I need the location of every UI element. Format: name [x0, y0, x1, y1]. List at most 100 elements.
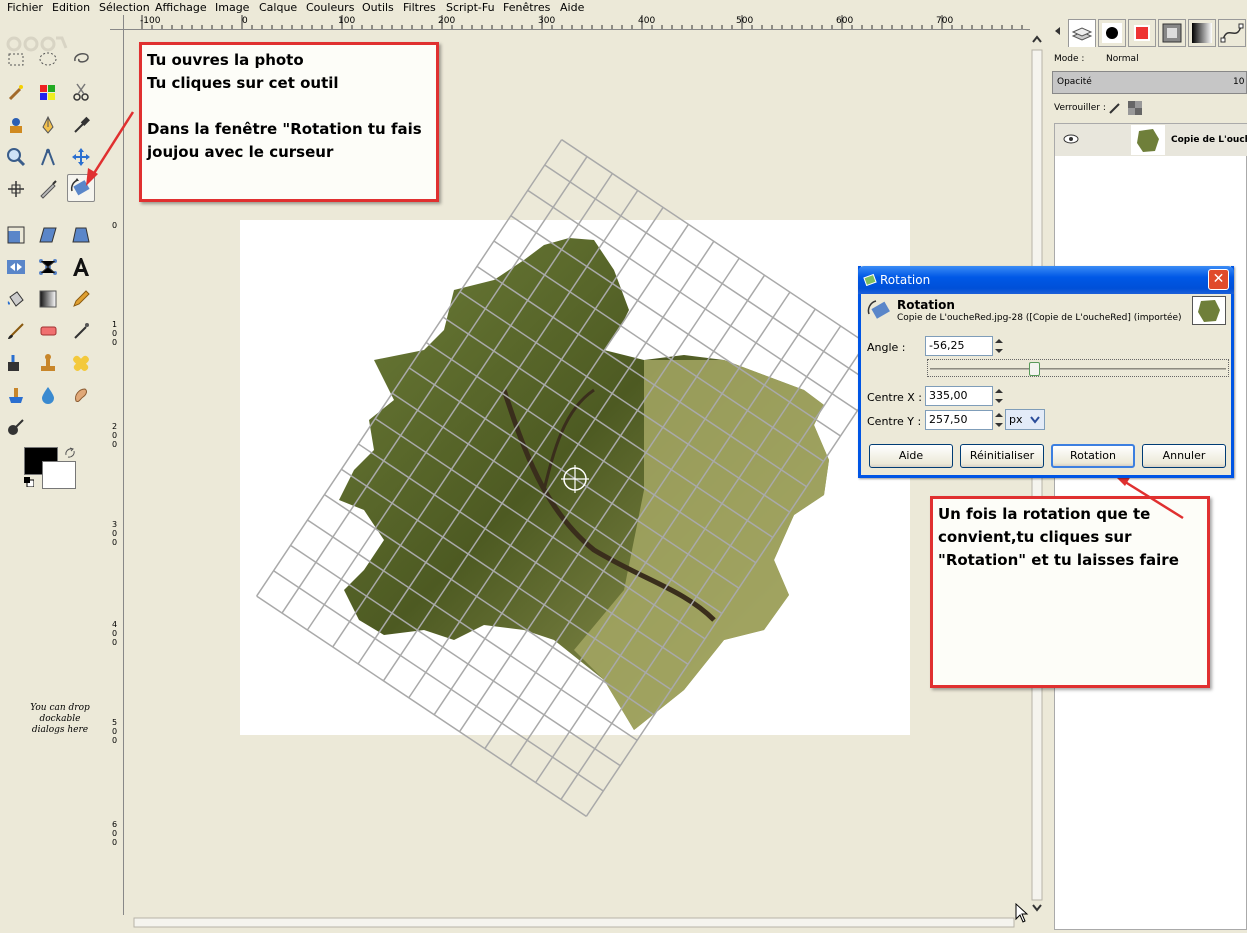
ruler-label: 5 0 0	[112, 718, 118, 745]
background-color-swatch[interactable]	[42, 461, 76, 489]
scale-tool[interactable]	[2, 221, 30, 249]
ruler-corner[interactable]	[110, 15, 124, 30]
rotation-dialog: Rotation ✕ Rotation Copie de L'oucheRed.…	[858, 266, 1234, 478]
dialog-title: Rotation	[880, 273, 931, 287]
paths-tool[interactable]	[34, 111, 62, 139]
paintbrush-icon	[8, 323, 24, 339]
measure-tool[interactable]	[34, 143, 62, 171]
swap-colors-icon[interactable]	[64, 447, 76, 459]
tab-layers[interactable]	[1068, 19, 1096, 47]
angle-spin-button[interactable]	[994, 336, 1004, 356]
mouse-cursor-icon	[1015, 903, 1029, 923]
bucket-fill-tool[interactable]	[2, 285, 30, 313]
text-tool[interactable]	[67, 253, 95, 281]
eraser-tool[interactable]	[34, 317, 62, 345]
crop-tool[interactable]	[34, 175, 62, 203]
zoom-tool[interactable]	[2, 143, 30, 171]
menu-affichage[interactable]: Affichage	[155, 0, 207, 15]
fuzzy-select-tool[interactable]	[2, 78, 30, 106]
cage-icon	[39, 259, 57, 275]
image-thumbnail-graphic	[1198, 300, 1220, 322]
horizontal-scrollbar[interactable]	[124, 915, 1030, 930]
dialog-heading: Rotation	[897, 298, 955, 312]
close-button[interactable]: ✕	[1208, 269, 1229, 290]
compass-icon	[41, 148, 55, 166]
lock-pixels-brush-icon[interactable]	[1108, 101, 1122, 115]
cage-tool[interactable]	[34, 253, 62, 281]
blend-tool[interactable]	[34, 285, 62, 313]
center-x-input[interactable]: 335,00	[925, 386, 993, 406]
pencil-tool[interactable]	[67, 285, 95, 313]
perspective-clone-tool[interactable]	[2, 381, 30, 409]
ruler-label: 3 0 0	[112, 520, 118, 547]
horizontal-ruler-ticks	[141, 15, 1023, 29]
flip-tool[interactable]	[2, 253, 30, 281]
center-x-spin-button[interactable]	[994, 386, 1004, 406]
align-tool[interactable]	[2, 175, 30, 203]
center-y-input[interactable]: 257,50	[925, 410, 993, 430]
blur-tool[interactable]	[34, 381, 62, 409]
rotate-tool[interactable]	[67, 174, 95, 202]
menu-image[interactable]: Image	[215, 0, 249, 15]
ruler-label: 300	[538, 16, 556, 26]
dock-scroll-left-icon[interactable]	[1054, 26, 1062, 36]
instruction-note-top: Tu ouvres la photo Tu cliques sur cet ou…	[139, 42, 439, 202]
perspective-tool[interactable]	[67, 221, 95, 249]
cancel-button[interactable]: Annuler	[1142, 444, 1226, 468]
lock-alpha-checker-icon[interactable]	[1128, 101, 1142, 115]
select-by-color-tool[interactable]	[34, 78, 62, 106]
paintbrush-tool[interactable]	[2, 317, 30, 345]
angle-input[interactable]: -56,25	[925, 336, 993, 356]
layer-name[interactable]: Copie de L'ouche	[1171, 135, 1247, 145]
default-colors-icon[interactable]	[24, 477, 34, 487]
menu-fenetres[interactable]: Fenêtres	[503, 0, 550, 15]
dodge-burn-tool[interactable]	[2, 413, 30, 441]
clone-tool[interactable]	[34, 349, 62, 377]
menu-script-fu[interactable]: Script-Fu	[446, 0, 495, 15]
rect-select-tool[interactable]	[2, 45, 30, 73]
tab-gradients[interactable]	[1158, 19, 1186, 47]
layer-row[interactable]: Copie de L'ouche	[1055, 124, 1247, 156]
menu-edition[interactable]: Edition	[52, 0, 90, 15]
opacity-slider[interactable]: Opacité 10	[1052, 71, 1247, 94]
tab-paths[interactable]	[1218, 19, 1246, 47]
menu-aide[interactable]: Aide	[560, 0, 584, 15]
vertical-ruler[interactable]: 0 1 0 0 2 0 0 3 0 0 4 0 0 5 0 0 6 0 0	[110, 30, 124, 915]
gradient-square-icon	[1192, 23, 1212, 43]
tab-palettes[interactable]	[1188, 19, 1216, 47]
angle-slider-thumb[interactable]	[1028, 362, 1040, 376]
foreground-select-tool[interactable]	[2, 111, 30, 139]
menu-selection[interactable]: Sélection	[99, 0, 150, 15]
tab-brushes[interactable]	[1098, 19, 1126, 47]
shear-tool[interactable]	[34, 221, 62, 249]
mode-value[interactable]: Normal	[1106, 54, 1139, 64]
help-button[interactable]: Aide	[869, 444, 953, 468]
gray-square-icon	[1162, 23, 1182, 43]
tab-patterns[interactable]	[1128, 19, 1156, 47]
horizontal-ruler[interactable]: -100 0 100 200 300 400 500 600 700	[124, 15, 1030, 30]
menu-couleurs[interactable]: Couleurs	[306, 0, 354, 15]
color-picker-tool[interactable]	[67, 111, 95, 139]
angle-slider[interactable]	[927, 359, 1229, 377]
move-tool[interactable]	[67, 143, 95, 171]
scissors-tool[interactable]	[67, 78, 95, 106]
menu-filtres[interactable]: Filtres	[403, 0, 436, 15]
ellipse-select-tool[interactable]	[34, 45, 62, 73]
bucket-icon	[7, 291, 24, 307]
heal-tool[interactable]	[67, 349, 95, 377]
unit-select[interactable]: px	[1005, 409, 1045, 430]
angle-slider-track	[930, 368, 1226, 370]
airbrush-tool[interactable]	[67, 317, 95, 345]
ink-tool[interactable]	[2, 349, 30, 377]
reset-button[interactable]: Réinitialiser	[960, 444, 1044, 468]
rotate-button[interactable]: Rotation	[1051, 444, 1135, 468]
layer-thumbnail-image	[1137, 129, 1159, 152]
menu-outils[interactable]: Outils	[362, 0, 394, 15]
lasso-tool[interactable]	[67, 45, 95, 73]
dialog-titlebar[interactable]: Rotation ✕	[858, 266, 1234, 294]
smudge-tool[interactable]	[67, 381, 95, 409]
menu-calque[interactable]: Calque	[259, 0, 297, 15]
center-y-spin-button[interactable]	[994, 410, 1004, 430]
menu-fichier[interactable]: Fichier	[7, 0, 43, 15]
visibility-eye-icon[interactable]	[1063, 134, 1079, 144]
